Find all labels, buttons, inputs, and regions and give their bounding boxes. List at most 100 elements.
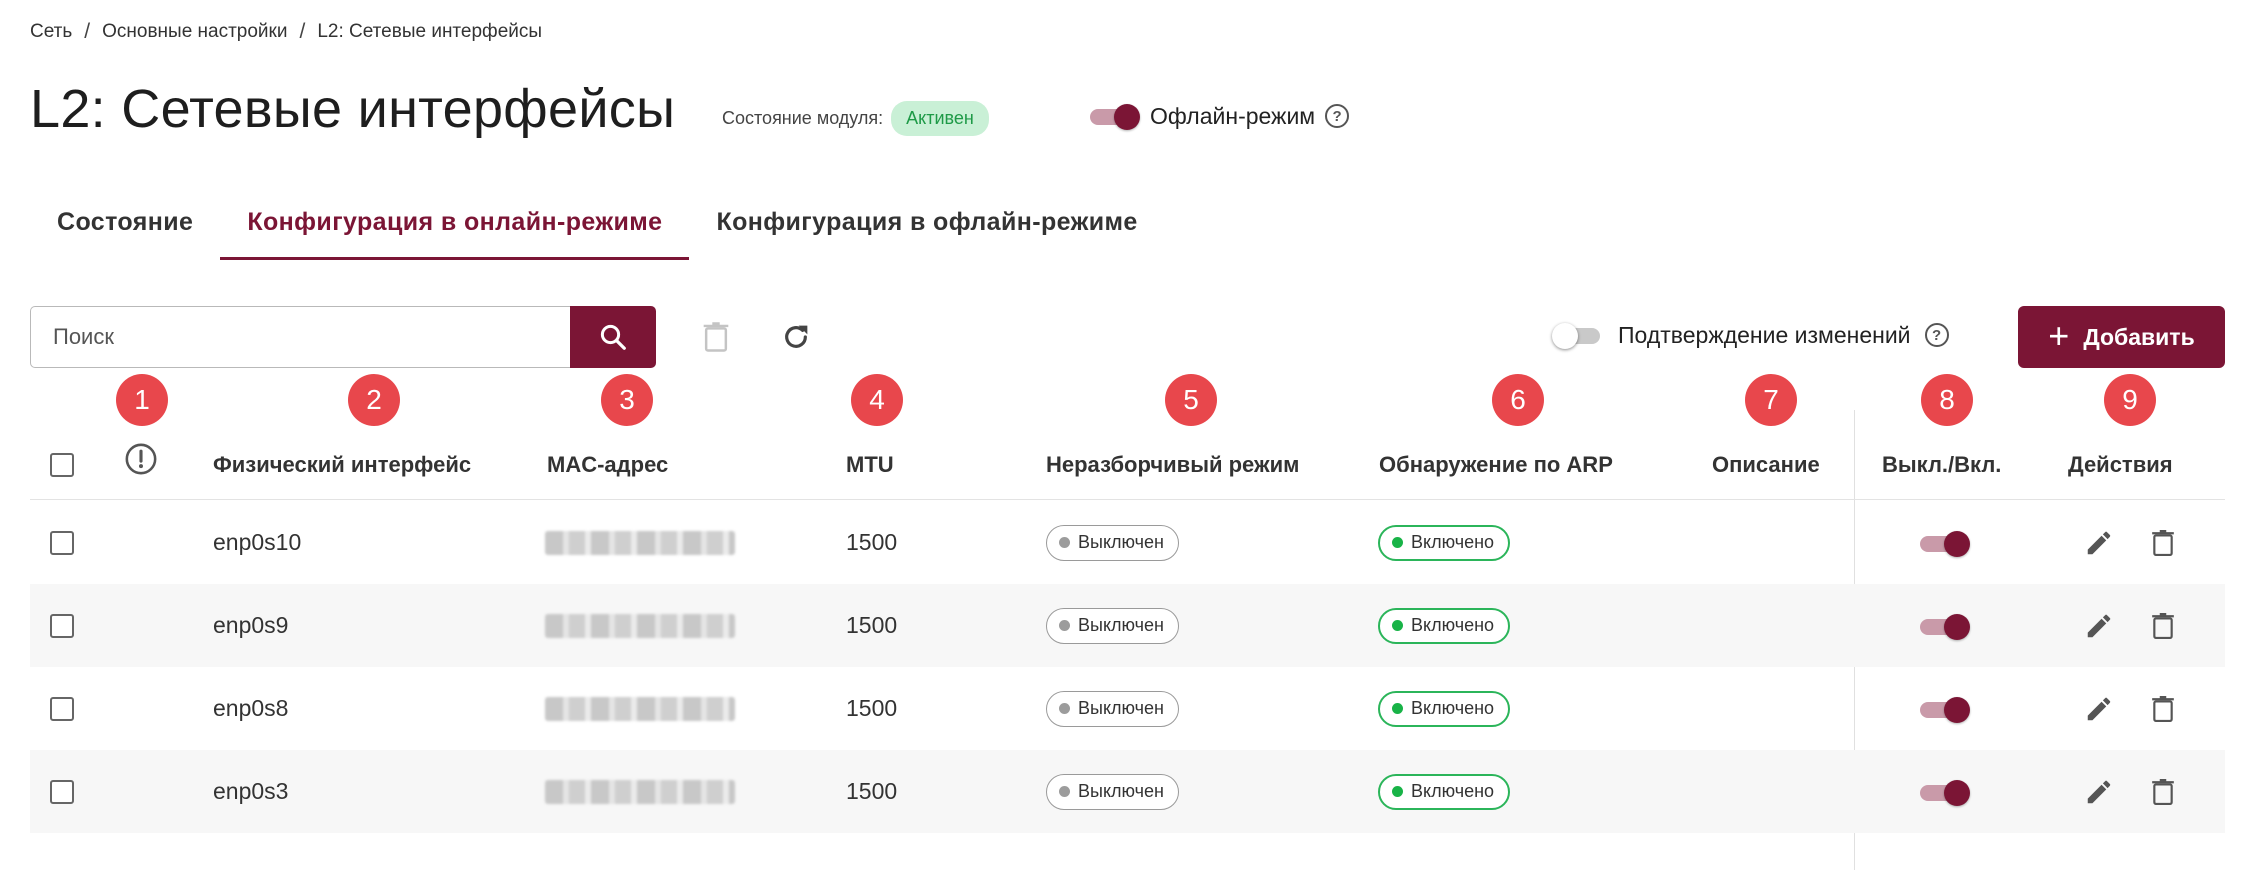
search-button[interactable] [570, 306, 656, 368]
mtu-cell: 1500 [846, 612, 898, 638]
actions-column-header: Действия [2068, 452, 2173, 477]
confirm-changes-label: Подтверждение изменений [1618, 321, 1911, 348]
toggle-column-header: Выкл./Вкл. [1882, 452, 2002, 477]
arp-status-badge: Включено [1378, 773, 1511, 810]
trash-icon [2152, 612, 2174, 639]
pencil-icon [2087, 614, 2111, 637]
edit-button[interactable] [2082, 609, 2116, 643]
trash-icon [2152, 695, 2174, 722]
bulk-delete-button[interactable] [698, 319, 734, 355]
tab-online-config[interactable]: Конфигурация в онлайн-режиме [220, 198, 690, 260]
breadcrumb: Сеть / Основные настройки / L2: Сетевые … [30, 20, 542, 44]
interface-column-header: Физический интерфейс [213, 452, 472, 477]
mac-column-header: MAC-адрес [547, 452, 669, 477]
trash-icon [2152, 778, 2174, 805]
pencil-icon [2087, 531, 2111, 554]
trash-icon [2152, 529, 2174, 556]
marker-8: 8 [1921, 374, 1973, 426]
edit-button[interactable] [2082, 526, 2116, 560]
breadcrumb-item-network[interactable]: Сеть [30, 21, 72, 43]
breadcrumb-item-basic-settings[interactable]: Основные настройки [102, 21, 287, 43]
edit-button[interactable] [2082, 692, 2116, 726]
trash-icon [703, 322, 729, 352]
offline-mode-label: Офлайн-режим [1150, 102, 1316, 129]
marker-3: 3 [601, 374, 653, 426]
plus-icon: + [2048, 314, 2070, 356]
mac-address-redacted [545, 613, 735, 638]
module-state-label: Состояние модуля: [722, 108, 884, 128]
marker-5: 5 [1165, 374, 1217, 426]
warning-column-header [124, 442, 158, 482]
tab-offline-config[interactable]: Конфигурация в офлайн-режиме [689, 198, 1164, 260]
interface-cell: enp0s3 [213, 778, 289, 804]
search-bar [30, 306, 656, 368]
delete-button[interactable] [2146, 526, 2180, 560]
warning-icon [125, 443, 157, 475]
breadcrumb-separator: / [299, 20, 306, 43]
interface-enable-toggle[interactable] [1918, 528, 1970, 558]
row-checkbox[interactable] [50, 779, 74, 804]
module-state: Состояние модуля: Активен [722, 101, 989, 136]
confirm-changes-toggle[interactable] [1552, 320, 1604, 350]
interface-cell: enp0s9 [213, 612, 289, 638]
status-badge: Активен [891, 101, 989, 136]
page-title: L2: Сетевые интерфейсы [30, 79, 676, 139]
refresh-button[interactable] [778, 319, 814, 355]
edit-button[interactable] [2082, 775, 2116, 809]
interface-enable-toggle[interactable] [1918, 694, 1970, 724]
search-icon [600, 324, 626, 350]
marker-2: 2 [348, 374, 400, 426]
table-row: enp0s8 1500 Выключен Включено [30, 667, 2225, 750]
description-column-header: Описание [1712, 452, 1820, 477]
table-header: Физический интерфейс MAC-адрес MTU Нераз… [30, 428, 2225, 500]
refresh-icon [785, 325, 808, 348]
row-checkbox[interactable] [50, 613, 74, 638]
arp-status-badge: Включено [1378, 690, 1511, 727]
mac-address-redacted [545, 696, 735, 721]
marker-1: 1 [116, 374, 168, 426]
add-button[interactable]: + Добавить [2018, 306, 2225, 368]
delete-button[interactable] [2146, 775, 2180, 809]
add-button-label: Добавить [2083, 323, 2195, 350]
table-row: enp0s3 1500 Выключен Включено [30, 750, 2225, 833]
promisc-status-badge: Выключен [1046, 607, 1179, 644]
mtu-cell: 1500 [846, 529, 898, 555]
arp-status-badge: Включено [1378, 607, 1511, 644]
search-input[interactable] [30, 306, 570, 368]
help-icon[interactable]: ? [1924, 323, 1949, 347]
interface-enable-toggle[interactable] [1918, 611, 1970, 641]
mtu-cell: 1500 [846, 778, 898, 804]
row-checkbox[interactable] [50, 696, 74, 721]
mac-address-redacted [545, 530, 735, 555]
breadcrumb-separator: / [84, 20, 91, 43]
tab-bar: Состояние Конфигурация в онлайн-режиме К… [30, 198, 1165, 260]
delete-button[interactable] [2146, 692, 2180, 726]
offline-mode-toggle[interactable] [1088, 101, 1140, 131]
pencil-icon [2087, 780, 2111, 803]
arp-column-header: Обнаружение по ARP [1379, 452, 1613, 477]
promisc-status-badge: Выключен [1046, 773, 1179, 810]
mtu-column-header: MTU [846, 452, 894, 477]
marker-6: 6 [1492, 374, 1544, 426]
promisc-status-badge: Выключен [1046, 524, 1179, 561]
pencil-icon [2087, 697, 2111, 720]
select-all-checkbox[interactable] [50, 453, 74, 477]
marker-4: 4 [851, 374, 903, 426]
confirm-changes-control: Подтверждение изменений ? [1552, 320, 1949, 350]
interface-cell: enp0s10 [213, 529, 302, 555]
delete-button[interactable] [2146, 609, 2180, 643]
marker-9: 9 [2104, 374, 2156, 426]
offline-mode-control: Офлайн-режим ? [1088, 101, 1350, 131]
promisc-status-badge: Выключен [1046, 690, 1179, 727]
tab-status[interactable]: Состояние [30, 198, 220, 260]
row-checkbox[interactable] [50, 530, 74, 555]
interface-cell: enp0s8 [213, 695, 289, 721]
table-row: enp0s10 1500 Выключен Включено [30, 501, 2225, 584]
breadcrumb-item-current: L2: Сетевые интерфейсы [317, 21, 543, 42]
table-row: enp0s9 1500 Выключен Включено [30, 584, 2225, 667]
promisc-column-header: Неразборчивый режим [1046, 452, 1300, 477]
arp-status-badge: Включено [1378, 524, 1511, 561]
mtu-cell: 1500 [846, 695, 898, 721]
help-icon[interactable]: ? [1325, 104, 1350, 128]
interface-enable-toggle[interactable] [1918, 777, 1970, 807]
